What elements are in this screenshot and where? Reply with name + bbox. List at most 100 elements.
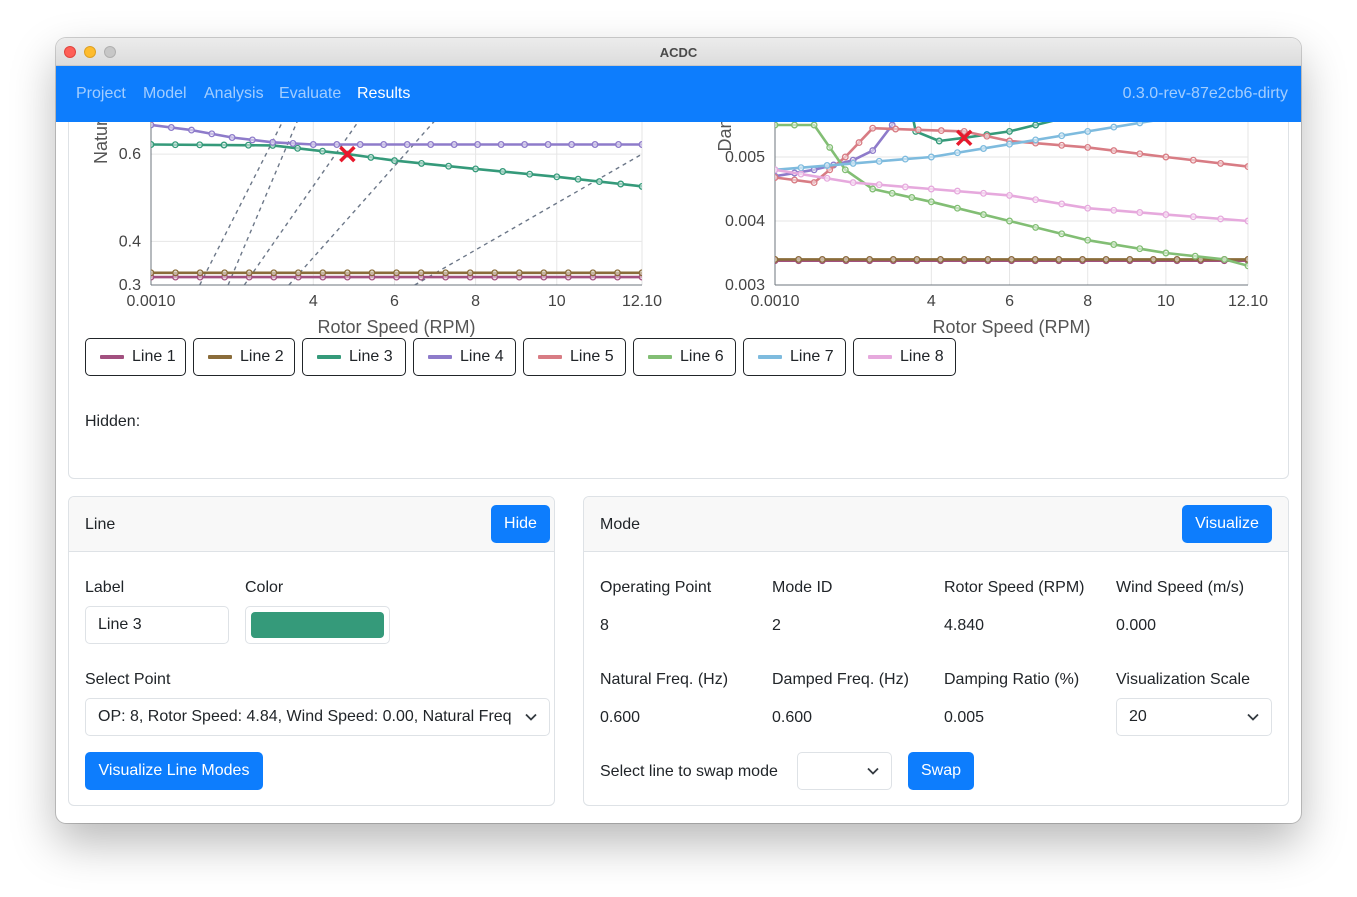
series-point <box>1244 255 1248 263</box>
rotor-speed-value: 4.840 <box>944 617 985 634</box>
series-point <box>1058 132 1066 140</box>
line-color-picker[interactable] <box>245 606 390 644</box>
series-point <box>1084 143 1092 151</box>
series-point <box>791 176 798 184</box>
series-point <box>1136 122 1144 127</box>
nav-project[interactable]: Project <box>76 85 126 103</box>
mode-id-value: 2 <box>772 617 781 634</box>
series-point <box>935 137 943 145</box>
select-point-dropdown[interactable]: OP: 8, Rotor Speed: 4.84, Wind Speed: 0.… <box>85 698 550 736</box>
nav-evaluate[interactable]: Evaluate <box>279 85 341 103</box>
series-point <box>797 170 805 178</box>
series-point <box>892 125 900 133</box>
legend-line-5-button[interactable]: Line 5 <box>523 338 626 376</box>
natural-freq-value: 0.600 <box>600 709 641 726</box>
series-point <box>403 141 411 148</box>
series-point <box>591 141 599 148</box>
chart-2: 0.00104681012.100.0030.0040.0050.006Roto… <box>715 122 1268 337</box>
series-point <box>1110 147 1118 155</box>
visualization-scale-value: 20 <box>1129 708 1147 725</box>
series-point <box>380 141 388 148</box>
series-point <box>1006 127 1013 135</box>
x-tick-label: 6 <box>1005 293 1014 310</box>
series-point <box>367 153 375 161</box>
legend-line-8-button[interactable]: Line 8 <box>853 338 956 376</box>
series-point <box>823 174 831 182</box>
series-point <box>553 173 561 181</box>
y-tick-label: 0.004 <box>725 213 765 230</box>
line-3-swatch <box>317 355 341 359</box>
nav-results[interactable]: Results <box>357 85 410 103</box>
y-tick-label: 0.003 <box>725 277 765 294</box>
series-point <box>1032 122 1040 129</box>
x-axis-label: Rotor Speed (RPM) <box>317 317 475 337</box>
series-point <box>913 255 921 263</box>
damped-freq-label: Damped Freq. (Hz) <box>772 671 909 688</box>
hidden-lines-label: Hidden: <box>85 413 141 430</box>
series-point <box>869 147 877 155</box>
line-6-swatch <box>648 355 672 359</box>
y-tick-label: 0.6 <box>119 146 141 163</box>
series-point <box>638 141 642 148</box>
series-point <box>1006 140 1013 148</box>
series-point <box>823 162 831 169</box>
series-point <box>797 164 805 172</box>
series-point <box>1189 156 1197 164</box>
legend-line-7-label: Line 7 <box>790 348 834 365</box>
legend-line-1-button[interactable]: Line 1 <box>85 338 186 376</box>
series-point <box>1032 136 1040 144</box>
operating-point-value: 8 <box>600 617 609 634</box>
swap-line-select[interactable] <box>797 752 892 790</box>
legend-line-6-label: Line 6 <box>680 348 724 365</box>
series-point <box>245 269 253 277</box>
legend-line-2-button[interactable]: Line 2 <box>193 338 295 376</box>
line-8-swatch <box>868 355 892 359</box>
nav-model[interactable]: Model <box>143 85 187 103</box>
x-tick-label: 8 <box>1083 293 1092 310</box>
select-point-value: OP: 8, Rotor Speed: 4.84, Wind Speed: 0.… <box>98 708 512 725</box>
x-tick-label: 10 <box>548 293 566 310</box>
series-point <box>826 143 834 151</box>
visualization-scale-select[interactable]: 20 <box>1116 698 1272 736</box>
visualization-scale-label: Visualization Scale <box>1116 671 1251 688</box>
version-label: 0.3.0-rev-87e2cb6-dirty <box>1122 85 1288 102</box>
series-point <box>791 122 798 129</box>
series-point <box>269 138 277 146</box>
x-tick-label: 0.0010 <box>751 293 800 310</box>
legend-line-7-button[interactable]: Line 7 <box>743 338 846 376</box>
series-point <box>1084 236 1092 244</box>
series-point <box>319 147 326 155</box>
series-point <box>775 122 779 129</box>
window-title: ACDC <box>659 45 698 60</box>
rotor-speed-label: Rotor Speed (RPM) <box>944 579 1085 596</box>
legend-line-6-button[interactable]: Line 6 <box>633 338 736 376</box>
results-content: 0.0010 4 6 8 10 12.10 0.3 0.4 0.6 Rotor Speed (RP… <box>56 122 1301 823</box>
mode-panel: Mode Visualize Operating Point 8 Mode ID… <box>583 496 1289 806</box>
legend-line-1-label: Line 1 <box>132 348 176 365</box>
legend-line-3-button[interactable]: Line 3 <box>302 338 406 376</box>
series-point <box>1110 241 1118 248</box>
series-point <box>1217 159 1225 167</box>
series-point <box>818 255 826 263</box>
series-point <box>795 255 803 263</box>
legend-line-4-button[interactable]: Line 4 <box>413 338 516 376</box>
series-point <box>842 255 850 263</box>
chart-1: 0.0010 4 6 8 10 12.10 0.3 0.4 0.6 Rotor Speed (RP… <box>91 122 662 337</box>
visualize-line-modes-button[interactable]: Visualize Line Modes <box>85 752 263 790</box>
line-label-input[interactable]: Line 3 <box>85 606 229 644</box>
series-point <box>980 211 987 219</box>
series-point <box>810 179 818 187</box>
plot-area <box>151 122 642 286</box>
hide-line-button[interactable]: Hide <box>491 505 550 543</box>
swap-button[interactable]: Swap <box>908 752 974 790</box>
chevron-down-icon <box>867 767 879 775</box>
series-point <box>841 153 849 161</box>
visualize-mode-button[interactable]: Visualize <box>1182 505 1272 543</box>
plot-area <box>775 122 1248 270</box>
series-point <box>1136 150 1144 158</box>
swap-mode-label: Select line to swap mode <box>600 763 778 780</box>
nav-analysis[interactable]: Analysis <box>204 85 264 103</box>
series-point <box>1162 153 1170 161</box>
series-point <box>869 185 877 193</box>
series-point <box>417 269 425 277</box>
